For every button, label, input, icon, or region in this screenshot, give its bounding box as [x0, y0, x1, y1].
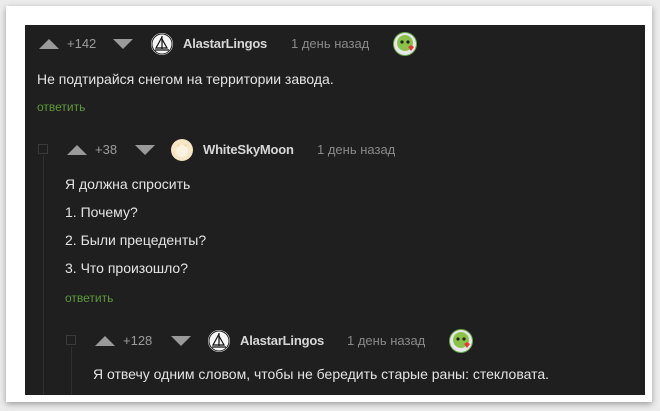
avatar[interactable]	[151, 33, 173, 55]
upvote-icon[interactable]	[39, 39, 59, 49]
comment: +142 AlastarLingos 1 день назад Не подти…	[37, 31, 637, 117]
comment: +38 WhiteSkyMoon 1 день назад Я должна с…	[65, 137, 635, 308]
screenshot-frame: +142 AlastarLingos 1 день назад Не подти…	[6, 6, 652, 402]
avatar[interactable]	[171, 139, 193, 161]
comment: +128 AlastarLingos 1 день назад Я отвечу…	[93, 328, 643, 388]
comment-time: 1 день назад	[347, 333, 426, 348]
comment-line: 3. Что произошло?	[65, 260, 188, 276]
downvote-icon[interactable]	[135, 145, 155, 155]
comment-header: +128 AlastarLingos 1 день назад	[93, 328, 643, 354]
comment-line: Я должна спросить	[65, 176, 191, 192]
downvote-icon[interactable]	[113, 39, 133, 49]
upvote-icon[interactable]	[95, 336, 115, 346]
thread-line	[43, 156, 44, 395]
cat-face-icon	[172, 140, 192, 160]
avatar[interactable]	[208, 330, 230, 352]
comment-line: Я отвечу одним словом, чтобы не бередить…	[93, 366, 550, 382]
thread-line	[71, 347, 72, 395]
award-badge-icon	[393, 32, 417, 56]
comments-panel: +142 AlastarLingos 1 день назад Не подти…	[25, 25, 645, 395]
comment-rating: +38	[95, 142, 118, 157]
downvote-icon[interactable]	[171, 336, 191, 346]
award-badge-icon	[449, 329, 473, 353]
comment-header: +142 AlastarLingos 1 день назад	[37, 31, 637, 57]
comment-line: Не подтирайся снегом на территории завод…	[37, 71, 334, 87]
comment-author[interactable]: AlastarLingos	[240, 328, 324, 354]
upvote-icon[interactable]	[67, 145, 87, 155]
comment-text: Не подтирайся снегом на территории завод…	[37, 65, 637, 93]
comment-header: +38 WhiteSkyMoon 1 день назад	[65, 137, 635, 163]
reply-link[interactable]: ответить	[37, 97, 637, 117]
comment-line: 1. Почему?	[65, 204, 138, 220]
comment-author[interactable]: AlastarLingos	[183, 31, 267, 57]
comment-rating: +128	[123, 333, 153, 348]
comment-line: 2. Были прецеденты?	[65, 232, 207, 248]
sailboat-icon	[151, 33, 173, 55]
comment-text: Я должна спросить 1. Почему? 2. Были пре…	[65, 170, 635, 282]
comment-rating: +142	[67, 36, 97, 51]
thread-collapse-toggle[interactable]	[38, 144, 48, 154]
thread-collapse-toggle[interactable]	[66, 335, 76, 345]
comment-text: Я отвечу одним словом, чтобы не бередить…	[93, 360, 643, 388]
sailboat-icon	[208, 330, 230, 352]
comment-time: 1 день назад	[291, 36, 370, 51]
comment-author[interactable]: WhiteSkyMoon	[203, 137, 294, 163]
reply-link[interactable]: ответить	[65, 288, 635, 308]
comment-time: 1 день назад	[317, 142, 396, 157]
